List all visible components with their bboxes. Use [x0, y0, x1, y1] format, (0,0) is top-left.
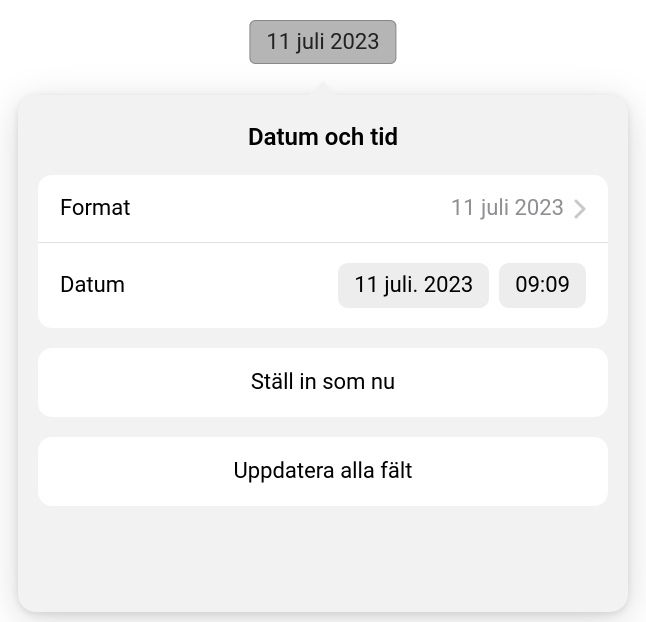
date-row: Datum 11 juli. 2023 09:09	[38, 243, 608, 328]
settings-card: Format 11 juli 2023 Datum 11 juli. 2023 …	[38, 175, 608, 328]
popover-title: Datum och tid	[18, 95, 628, 175]
selected-date-chip[interactable]: 11 juli 2023	[249, 20, 396, 64]
format-value-container: 11 juli 2023	[451, 196, 586, 221]
chevron-right-icon	[574, 199, 586, 219]
date-label: Datum	[60, 273, 125, 298]
format-label: Format	[60, 196, 130, 221]
date-pills-container: 11 juli. 2023 09:09	[338, 263, 586, 308]
date-picker-value: 11 juli. 2023	[354, 273, 473, 298]
set-as-now-label: Ställ in som nu	[251, 370, 395, 395]
update-all-fields-label: Uppdatera alla fält	[234, 459, 413, 484]
format-value: 11 juli 2023	[451, 196, 564, 221]
update-all-fields-button[interactable]: Uppdatera alla fält	[38, 437, 608, 506]
popover-arrow	[307, 81, 339, 97]
format-row[interactable]: Format 11 juli 2023	[38, 175, 608, 243]
date-picker-button[interactable]: 11 juli. 2023	[338, 263, 489, 308]
time-picker-button[interactable]: 09:09	[499, 263, 586, 308]
time-picker-value: 09:09	[515, 273, 570, 298]
set-as-now-button[interactable]: Ställ in som nu	[38, 348, 608, 417]
date-time-popover: Datum och tid Format 11 juli 2023 Datum …	[18, 95, 628, 612]
selected-date-text: 11 juli 2023	[266, 30, 379, 55]
